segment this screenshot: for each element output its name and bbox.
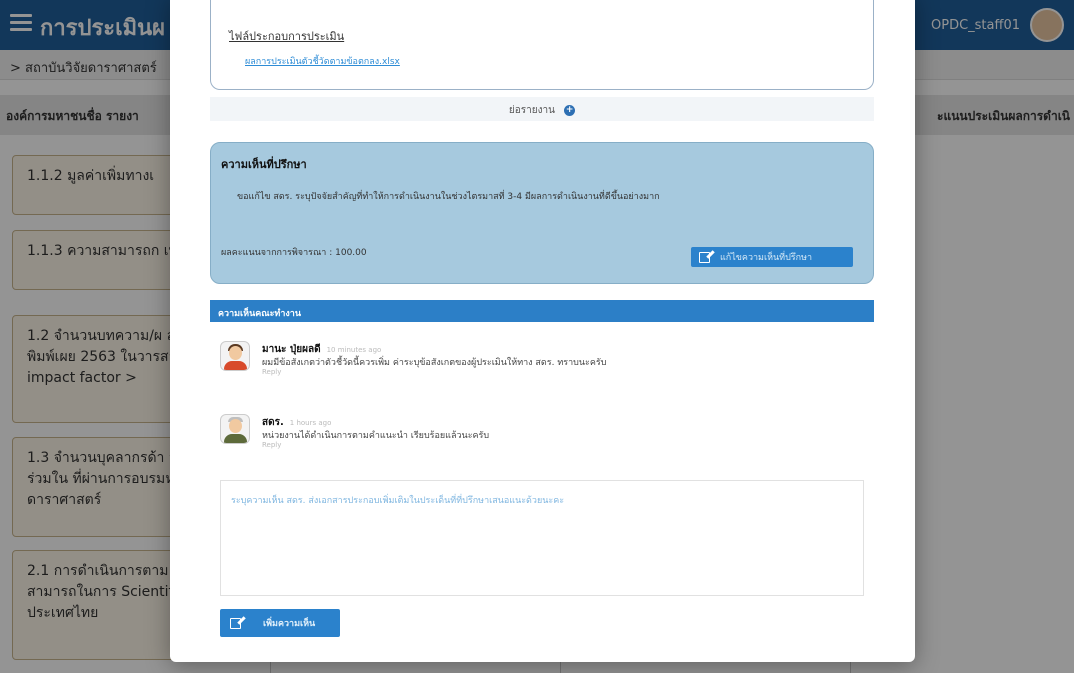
add-comment-button[interactable]: เพิ่มความเห็น (220, 609, 340, 637)
advisor-text: ขอแก้ไข สดร. ระบุปัจจัยสำคัญที่ทำให้การด… (237, 192, 660, 202)
comment-modal: ไฟล์ประกอบการประเมิน ผลการประเมินตัวชี้ว… (170, 0, 915, 662)
advisor-score: ผลคะแนนจากการพิจารณา : 100.00 (221, 248, 367, 258)
edit-icon (230, 617, 241, 629)
reply-link[interactable]: Reply (262, 368, 281, 376)
comment-item: มานะ ปุ่ยผลดี 10 minutes ago ผมมีข้อสังเก… (220, 339, 840, 379)
edit-advisor-comment-button[interactable]: แก้ไขความเห็นที่ปรึกษา (691, 247, 853, 267)
comment-input[interactable] (220, 480, 864, 596)
comment-text: ผมมีข้อสังเกตว่าตัวชี้วัดนี้ควรเพิ่ม ค่า… (262, 358, 607, 368)
attachment-title: ไฟล์ประกอบการประเมิน (229, 30, 345, 43)
avatar (220, 414, 250, 444)
add-comment-label: เพิ่มความเห็น (263, 619, 316, 629)
report-toggle-label[interactable]: ย่อรายงาน (509, 105, 555, 116)
comment-author: มานะ ปุ่ยผลดี (262, 344, 321, 355)
comment-text: หน่วยงานได้ดำเนินการตามคำแนะนำ เรียบร้อย… (262, 431, 490, 441)
collapse-icon[interactable]: + (564, 104, 576, 116)
advisor-comment-panel: ความเห็นที่ปรึกษา ขอแก้ไข สดร. ระบุปัจจั… (210, 142, 874, 284)
comment-author: สดร. (262, 417, 284, 428)
edit-icon (699, 251, 710, 263)
advisor-title: ความเห็นที่ปรึกษา (221, 158, 307, 171)
comment-item: สดร. 1 hours ago หน่วยงานได้ดำเนินการตามค… (220, 412, 840, 452)
avatar (220, 341, 250, 371)
comments-section-header: ความเห็นคณะทำงาน (210, 300, 874, 322)
attachment-link[interactable]: ผลการประเมินตัวชี้วัดตามข้อตกลง.xlsx (245, 54, 400, 68)
report-toggle[interactable]: ย่อรายงาน + (210, 97, 874, 121)
comment-time: 10 minutes ago (326, 346, 382, 354)
edit-advisor-comment-label: แก้ไขความเห็นที่ปรึกษา (720, 253, 813, 263)
reply-link[interactable]: Reply (262, 441, 281, 449)
comment-time: 1 hours ago (289, 419, 332, 427)
attachment-panel: ไฟล์ประกอบการประเมิน ผลการประเมินตัวชี้ว… (210, 0, 874, 90)
